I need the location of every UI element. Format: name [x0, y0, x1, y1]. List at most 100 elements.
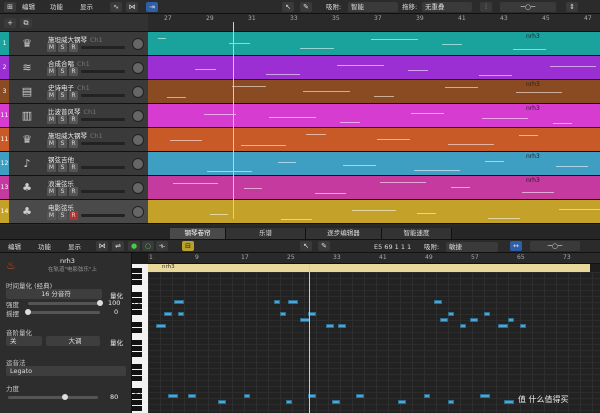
editor-zoom-icon[interactable]: ─○─: [530, 241, 580, 251]
drag-select[interactable]: 无重叠: [422, 2, 472, 12]
volume-slider[interactable]: [81, 214, 125, 217]
midi-note[interactable]: [156, 324, 166, 328]
track-options-icon[interactable]: ⧉: [20, 18, 32, 28]
volume-slider[interactable]: [81, 46, 125, 49]
midi-note[interactable]: [424, 394, 430, 398]
pan-knob[interactable]: [132, 61, 144, 74]
solo-button[interactable]: S: [58, 187, 67, 196]
midi-note[interactable]: [178, 312, 184, 316]
flex-icon[interactable]: ⋈: [126, 2, 138, 12]
volume-slider[interactable]: [81, 94, 125, 97]
piano-black-key[interactable]: [132, 328, 142, 333]
midi-note[interactable]: [434, 300, 442, 304]
solo-button[interactable]: S: [58, 91, 67, 100]
piano-black-key[interactable]: [132, 274, 142, 279]
editor-snap-select[interactable]: 敏捷: [446, 242, 498, 252]
piano-black-key[interactable]: [132, 292, 142, 297]
piano-black-key[interactable]: [132, 310, 142, 315]
midi-note[interactable]: [188, 394, 196, 398]
swing-slider[interactable]: [25, 309, 100, 315]
editor-tab[interactable]: 智能速度: [382, 228, 452, 239]
menu-edit[interactable]: 编辑: [22, 2, 35, 12]
pencil-tool-icon[interactable]: ✎: [300, 2, 312, 12]
volume-slider[interactable]: [81, 166, 125, 169]
track-header[interactable]: 13 ♣ 浪漫弦乐 M S R: [0, 176, 148, 200]
color-icon[interactable]: ⊟: [182, 241, 194, 251]
midi-note[interactable]: [288, 300, 298, 304]
editor-pointer-icon[interactable]: ↖: [300, 241, 312, 251]
record-icon[interactable]: ●: [128, 241, 140, 251]
track-region[interactable]: [148, 200, 600, 224]
strength-slider-thumb[interactable]: [97, 300, 103, 306]
midi-note[interactable]: [274, 300, 280, 304]
midi-note[interactable]: [508, 318, 514, 322]
waveform-zoom-icon[interactable]: ⫶: [480, 2, 492, 12]
midi-note[interactable]: [244, 394, 250, 398]
midi-note[interactable]: [356, 394, 364, 398]
pan-knob[interactable]: [132, 37, 144, 50]
snap-select[interactable]: 智能: [348, 2, 398, 12]
strength-slider[interactable]: [28, 300, 103, 306]
volume-slider[interactable]: [81, 118, 125, 121]
piano-black-key[interactable]: [132, 322, 142, 327]
midi-note[interactable]: [326, 324, 334, 328]
record-enable-button[interactable]: R: [69, 163, 78, 172]
midi-note[interactable]: [164, 312, 172, 316]
editor-menu-edit[interactable]: 编辑: [8, 242, 21, 252]
editor-menu-function[interactable]: 功能: [38, 242, 51, 252]
editor-ruler[interactable]: 1 9 17 25 33 41 49 57 65 73: [148, 253, 600, 264]
track-header[interactable]: 14 ♣ 电影弦乐 M S R: [0, 200, 148, 224]
zoom-slider-icon[interactable]: ─○─: [500, 2, 556, 12]
record-enable-button[interactable]: R: [69, 115, 78, 124]
menu-view[interactable]: 显示: [80, 2, 93, 12]
track-header[interactable]: 2 ≋ 合成合唱 Ch1 M S R: [0, 56, 148, 80]
piano-black-key[interactable]: [132, 376, 142, 381]
menu-function[interactable]: 功能: [50, 2, 63, 12]
pan-knob[interactable]: [132, 133, 144, 146]
automation-icon[interactable]: ∿: [110, 2, 122, 12]
record-enable-button[interactable]: R: [69, 91, 78, 100]
piano-black-key[interactable]: [132, 352, 142, 357]
track-region[interactable]: [148, 128, 600, 152]
pan-knob[interactable]: [132, 109, 144, 122]
time-quant-select[interactable]: 16 分音符: [6, 289, 102, 299]
record-enable-button[interactable]: R: [69, 43, 78, 52]
solo-button[interactable]: S: [58, 115, 67, 124]
mute-button[interactable]: M: [47, 187, 56, 196]
pan-knob[interactable]: [132, 85, 144, 98]
midi-note[interactable]: [480, 394, 490, 398]
fit-icon[interactable]: ↔: [510, 241, 522, 251]
piano-black-key[interactable]: [132, 400, 142, 405]
track-header[interactable]: 3 ▤ 史诗电子 Ch1 M S R: [0, 80, 148, 104]
record-enable-button[interactable]: R: [69, 187, 78, 196]
midi-note[interactable]: [332, 400, 340, 404]
solo-button[interactable]: S: [58, 67, 67, 76]
editor-tab[interactable]: 逐步编辑器: [306, 228, 382, 239]
midi-note[interactable]: [338, 324, 346, 328]
editor-region-header[interactable]: nrh3: [148, 264, 590, 272]
track-region[interactable]: nrh3: [148, 152, 600, 176]
midi-note[interactable]: [168, 394, 178, 398]
midi-note[interactable]: [520, 324, 526, 328]
editor-tab[interactable]: 钢琴卷帘: [170, 228, 226, 239]
pitch-quant-off[interactable]: 关: [6, 336, 42, 346]
piano-black-key[interactable]: [132, 370, 142, 375]
midi-note[interactable]: [280, 312, 286, 316]
midi-note[interactable]: [286, 400, 292, 404]
piano-black-key[interactable]: [132, 340, 142, 345]
velocity-slider[interactable]: [8, 394, 98, 400]
mute-button[interactable]: M: [47, 67, 56, 76]
collapse-icon[interactable]: ⋈: [96, 241, 108, 251]
midi-note[interactable]: [498, 324, 508, 328]
midi-note[interactable]: [398, 400, 406, 404]
pan-knob[interactable]: [132, 157, 144, 170]
solo-button[interactable]: S: [58, 211, 67, 220]
track-header[interactable]: 1 ♛ 施坦威大钢琴 Ch1 M S R: [0, 32, 148, 56]
track-header[interactable]: 12 ♪ 钢弦吉他 M S R: [0, 152, 148, 176]
track-header[interactable]: 11 ▥ 比波普风琴 Ch1 M S R: [0, 104, 148, 128]
link-icon[interactable]: ⟛: [156, 241, 168, 251]
mute-button[interactable]: M: [47, 115, 56, 124]
solo-button[interactable]: S: [58, 43, 67, 52]
mute-button[interactable]: M: [47, 211, 56, 220]
midi-note[interactable]: [218, 400, 226, 404]
